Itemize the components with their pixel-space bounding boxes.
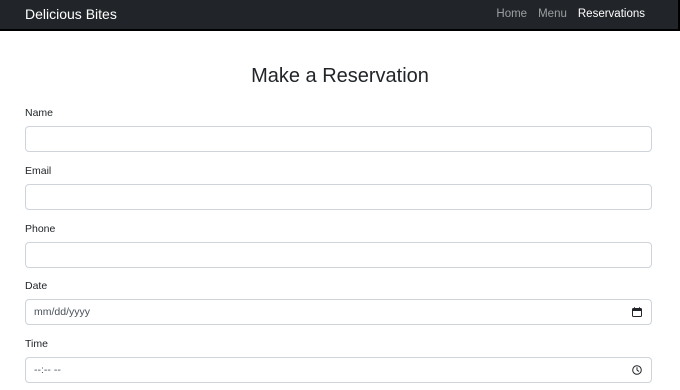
nav-link-reservations[interactable]: Reservations (578, 7, 645, 21)
nav-links: Home Menu Reservations (496, 7, 645, 21)
email-form-group: Email (25, 165, 652, 210)
phone-input[interactable] (25, 242, 652, 268)
time-label: Time (25, 338, 48, 350)
time-form-group: Time --:-- -- (25, 338, 652, 383)
phone-form-group: Phone (25, 223, 652, 268)
clock-icon[interactable] (632, 365, 642, 375)
phone-input-field[interactable] (34, 243, 643, 267)
date-placeholder: mm/dd/yyyy (34, 306, 91, 318)
name-form-group: Name (25, 107, 652, 152)
date-input[interactable]: mm/dd/yyyy (25, 299, 652, 325)
time-input[interactable]: --:-- -- (25, 357, 652, 383)
nav-link-menu[interactable]: Menu (538, 7, 567, 21)
name-label: Name (25, 107, 54, 119)
name-input-field[interactable] (34, 127, 643, 151)
phone-label: Phone (25, 223, 56, 235)
time-placeholder: --:-- -- (34, 364, 61, 376)
date-label: Date (25, 280, 48, 292)
email-input-field[interactable] (34, 185, 643, 209)
date-form-group: Date mm/dd/yyyy (25, 280, 652, 325)
calendar-icon[interactable] (632, 307, 642, 317)
page-title: Make a Reservation (251, 65, 429, 87)
brand-logo-text[interactable]: Delicious Bites (25, 5, 117, 23)
email-label: Email (25, 165, 52, 177)
name-input[interactable] (25, 126, 652, 152)
nav-link-home[interactable]: Home (496, 7, 527, 21)
navbar: Delicious Bites Home Menu Reservations (0, 0, 680, 31)
email-input[interactable] (25, 184, 652, 210)
